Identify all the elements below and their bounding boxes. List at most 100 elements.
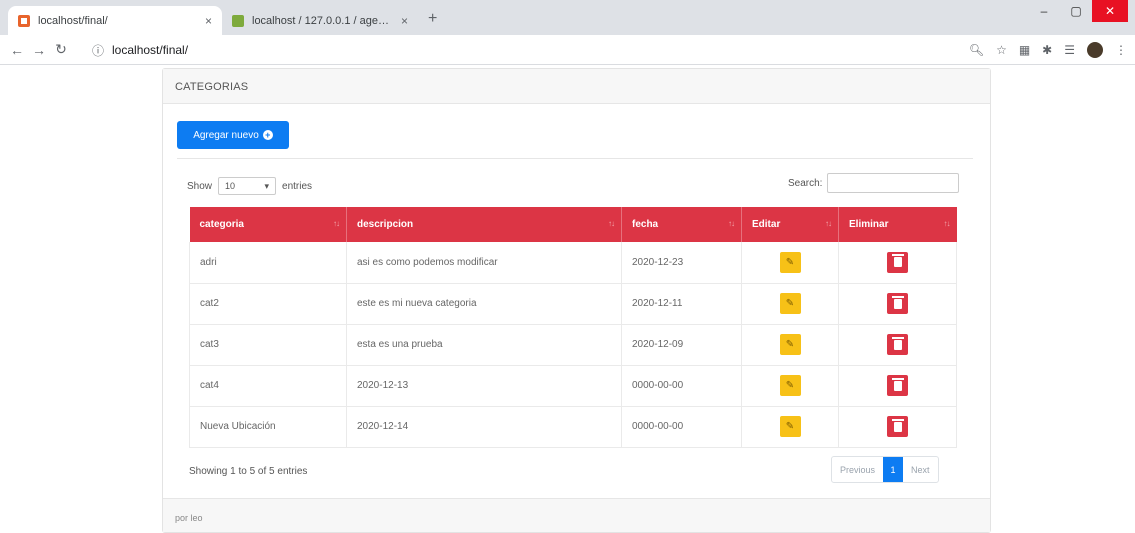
pagination: Previous 1 Next bbox=[831, 456, 939, 483]
menu-kebab-icon[interactable]: ⋮ bbox=[1115, 43, 1127, 57]
trash-icon bbox=[891, 377, 904, 391]
search-label: Search: bbox=[788, 177, 823, 189]
trash-icon bbox=[891, 254, 904, 268]
window-close-button[interactable]: ✕ bbox=[1092, 0, 1128, 22]
tab-close-icon[interactable]: × bbox=[401, 14, 408, 28]
extension-icon[interactable]: ▦ bbox=[1019, 43, 1030, 57]
categories-card: CATEGORIAS Agregar nuevo + Show 10 ▾ ent… bbox=[162, 68, 991, 533]
reload-icon[interactable]: ↻ bbox=[50, 41, 72, 58]
delete-button[interactable] bbox=[887, 375, 908, 396]
trash-icon bbox=[891, 418, 904, 432]
edit-button[interactable]: ✎ bbox=[779, 251, 801, 273]
cell-eliminar bbox=[838, 365, 957, 407]
edit-button[interactable]: ✎ bbox=[779, 375, 801, 396]
cell-fecha: 2020-12-11 bbox=[621, 283, 742, 325]
cell-fecha: 0000-00-00 bbox=[621, 406, 742, 448]
cell-eliminar bbox=[838, 283, 957, 325]
sort-icon: ↑↓ bbox=[333, 219, 340, 228]
new-tab-button[interactable]: + bbox=[428, 10, 437, 28]
maximize-button[interactable]: ▢ bbox=[1060, 0, 1092, 22]
delete-button[interactable] bbox=[887, 416, 908, 437]
column-header-descripcion[interactable]: descripcion ↑↓ bbox=[346, 207, 622, 242]
tab-title: localhost/final/ bbox=[38, 14, 108, 27]
forward-arrow-icon[interactable]: → bbox=[28, 42, 50, 58]
previous-page-button[interactable]: Previous bbox=[832, 457, 883, 482]
search-input[interactable] bbox=[827, 173, 960, 193]
delete-button[interactable] bbox=[887, 293, 908, 314]
cell-editar: ✎ bbox=[741, 242, 839, 284]
minimize-button[interactable]: – bbox=[1028, 0, 1060, 22]
address-bar[interactable]: ⓘ localhost/final/ bbox=[92, 39, 977, 61]
cell-descripcion: 2020-12-14 bbox=[346, 406, 622, 448]
browser-toolbar: ← → ↻ ⓘ localhost/final/ 🔍︎ ☆ ▦ ✱ ☰ ⋮ bbox=[0, 35, 1135, 65]
card-header: CATEGORIAS bbox=[163, 69, 990, 104]
back-arrow-icon[interactable]: ← bbox=[6, 42, 28, 58]
table-row: adri asi es como podemos modificar 2020-… bbox=[189, 242, 957, 284]
column-header-eliminar[interactable]: Eliminar ↑↓ bbox=[838, 207, 957, 242]
url-text: localhost/final/ bbox=[112, 43, 189, 57]
table-row: cat2 este es mi nueva categoria 2020-12-… bbox=[189, 283, 957, 325]
zoom-icon[interactable]: 🔍︎ bbox=[969, 43, 984, 57]
tab-close-icon[interactable]: × bbox=[205, 14, 212, 28]
browser-tab-bar: localhost/final/ × localhost / 127.0.0.1… bbox=[0, 0, 1135, 35]
cell-descripcion: 2020-12-13 bbox=[346, 365, 622, 407]
plus-circle-icon: + bbox=[262, 130, 273, 140]
cell-descripcion: asi es como podemos modificar bbox=[346, 242, 622, 284]
bookmark-star-icon[interactable]: ☆ bbox=[996, 43, 1007, 57]
cell-fecha: 2020-12-09 bbox=[621, 324, 742, 366]
page-length-select[interactable]: 10 ▾ bbox=[218, 177, 277, 195]
edit-icon: ✎ bbox=[785, 380, 795, 391]
edit-icon: ✎ bbox=[785, 421, 795, 432]
table-info: Showing 1 to 5 of 5 entries bbox=[189, 466, 308, 477]
edit-button[interactable]: ✎ bbox=[779, 293, 801, 314]
toolbar-actions: 🔍︎ ☆ ▦ ✱ ☰ ⋮ bbox=[969, 42, 1127, 58]
next-page-button[interactable]: Next bbox=[903, 457, 938, 482]
browser-tab-active[interactable]: localhost/final/ × bbox=[8, 6, 222, 35]
table-header-row: categoria ↑↓ descripcion ↑↓ fecha ↑↓ Editar… bbox=[189, 207, 957, 242]
cell-editar: ✎ bbox=[741, 365, 839, 407]
cell-categoria: cat4 bbox=[189, 365, 347, 407]
tab-title: localhost / 127.0.0.1 / agenda / c bbox=[252, 14, 395, 27]
table-row: cat4 2020-12-13 0000-00-00 ✎ bbox=[189, 365, 957, 407]
cell-editar: ✎ bbox=[741, 406, 839, 448]
column-header-fecha[interactable]: fecha ↑↓ bbox=[621, 207, 742, 242]
edit-icon: ✎ bbox=[785, 298, 795, 309]
cell-fecha: 0000-00-00 bbox=[621, 365, 742, 407]
edit-button[interactable]: ✎ bbox=[779, 334, 801, 355]
column-header-editar[interactable]: Editar ↑↓ bbox=[741, 207, 839, 242]
trash-icon bbox=[891, 336, 904, 350]
browser-tab-phpmyadmin[interactable]: localhost / 127.0.0.1 / agenda / c × bbox=[222, 6, 418, 35]
column-header-categoria[interactable]: categoria ↑↓ bbox=[189, 207, 347, 242]
cell-eliminar bbox=[838, 324, 957, 366]
sort-icon: ↑↓ bbox=[825, 219, 832, 228]
cell-editar: ✎ bbox=[741, 283, 839, 325]
edit-icon: ✎ bbox=[785, 339, 795, 350]
cell-fecha: 2020-12-23 bbox=[621, 242, 742, 284]
show-label: Show bbox=[187, 180, 213, 192]
site-favicon-icon bbox=[18, 14, 30, 27]
cell-categoria: cat2 bbox=[189, 283, 347, 325]
window-controls: – ▢ ✕ bbox=[1028, 0, 1128, 22]
entries-label: entries bbox=[282, 180, 313, 192]
sort-icon: ↑↓ bbox=[608, 219, 615, 228]
page-1-button[interactable]: 1 bbox=[883, 457, 904, 482]
delete-button[interactable] bbox=[887, 334, 908, 355]
categories-table: categoria ↑↓ descripcion ↑↓ fecha ↑↓ Editar… bbox=[189, 207, 957, 448]
sort-icon: ↑↓ bbox=[943, 219, 951, 228]
table-row: Nueva Ubicación 2020-12-14 0000-00-00 ✎ bbox=[189, 406, 957, 448]
cell-eliminar bbox=[838, 242, 957, 284]
page-length-control: Show 10 ▾ entries bbox=[187, 177, 312, 195]
extensions-puzzle-icon[interactable]: ✱ bbox=[1042, 43, 1052, 57]
edit-icon: ✎ bbox=[785, 256, 795, 268]
reading-list-icon[interactable]: ☰ bbox=[1064, 43, 1075, 57]
add-new-label: Agregar nuevo bbox=[193, 129, 259, 141]
site-info-icon[interactable]: ⓘ bbox=[92, 42, 104, 59]
profile-avatar[interactable] bbox=[1087, 42, 1103, 58]
add-new-button[interactable]: Agregar nuevo + bbox=[177, 121, 289, 149]
edit-button[interactable]: ✎ bbox=[779, 416, 801, 437]
trash-icon bbox=[891, 295, 904, 309]
divider bbox=[177, 158, 973, 159]
sort-icon: ↑↓ bbox=[728, 219, 735, 228]
cell-descripcion: este es mi nueva categoria bbox=[346, 283, 622, 325]
delete-button[interactable] bbox=[887, 251, 908, 273]
